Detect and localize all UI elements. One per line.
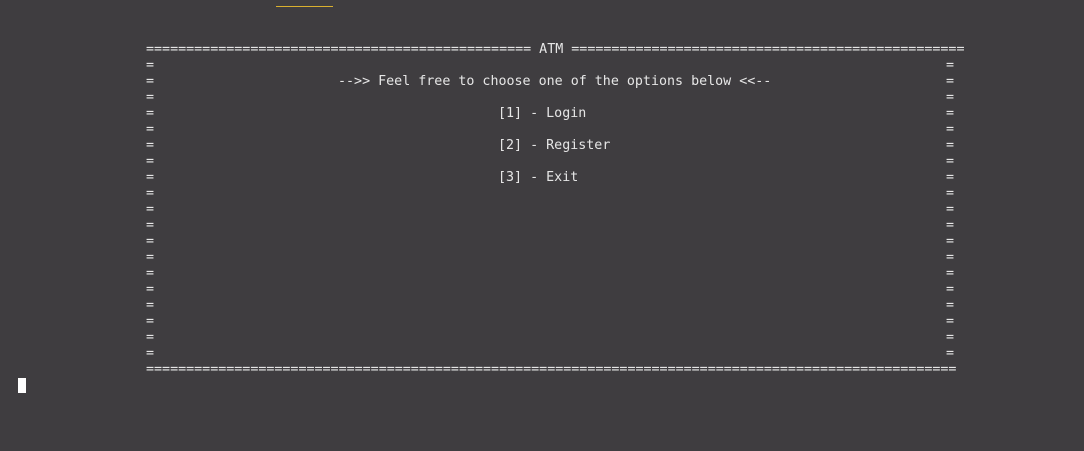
menu-border-right: =	[946, 218, 955, 233]
menu-border-right: =	[946, 298, 955, 313]
menu-border-right: =	[946, 202, 955, 217]
menu-border-left: =	[146, 170, 155, 185]
menu-border-right: =	[946, 138, 955, 153]
menu-border-left: =	[146, 330, 155, 345]
active-tab-indicator	[276, 6, 333, 7]
menu-border-right: =	[946, 186, 955, 201]
menu-border-right: =	[946, 106, 955, 121]
menu-border-right: =	[946, 330, 955, 345]
menu-border-right: =	[946, 314, 955, 329]
menu-border-right: =	[946, 170, 955, 185]
menu-border-top: ========================================…	[146, 42, 965, 57]
menu-border-left: =	[146, 346, 155, 361]
menu-border-right: =	[946, 234, 955, 249]
menu-border-left: =	[146, 74, 155, 89]
menu-border-left: =	[146, 58, 155, 73]
menu-border-left: =	[146, 122, 155, 137]
menu-border-right: =	[946, 74, 955, 89]
menu-border-right: =	[946, 250, 955, 265]
menu-option-exit: [3] - Exit	[498, 170, 579, 185]
menu-border-right: =	[946, 266, 955, 281]
menu-border-left: =	[146, 90, 155, 105]
menu-border-left: =	[146, 218, 155, 233]
menu-border-right: =	[946, 154, 955, 169]
menu-border-bottom: ========================================…	[146, 362, 957, 377]
menu-border-left: =	[146, 154, 155, 169]
menu-option-login: [1] - Login	[498, 106, 587, 121]
menu-border-left: =	[146, 266, 155, 281]
terminal-cursor[interactable]	[18, 378, 26, 393]
menu-border-right: =	[946, 90, 955, 105]
menu-border-right: =	[946, 58, 955, 73]
menu-border-left: =	[146, 314, 155, 329]
menu-border-right: =	[946, 282, 955, 297]
menu-prompt: -->> Feel free to choose one of the opti…	[338, 74, 772, 89]
menu-border-left: =	[146, 138, 155, 153]
menu-border-left: =	[146, 234, 155, 249]
menu-option-register: [2] - Register	[498, 138, 611, 153]
menu-border-left: =	[146, 186, 155, 201]
menu-border-right: =	[946, 122, 955, 137]
menu-border-right: =	[946, 346, 955, 361]
menu-border-left: =	[146, 250, 155, 265]
menu-border-left: =	[146, 298, 155, 313]
menu-border-left: =	[146, 106, 155, 121]
menu-border-left: =	[146, 202, 155, 217]
menu-border-left: =	[146, 282, 155, 297]
